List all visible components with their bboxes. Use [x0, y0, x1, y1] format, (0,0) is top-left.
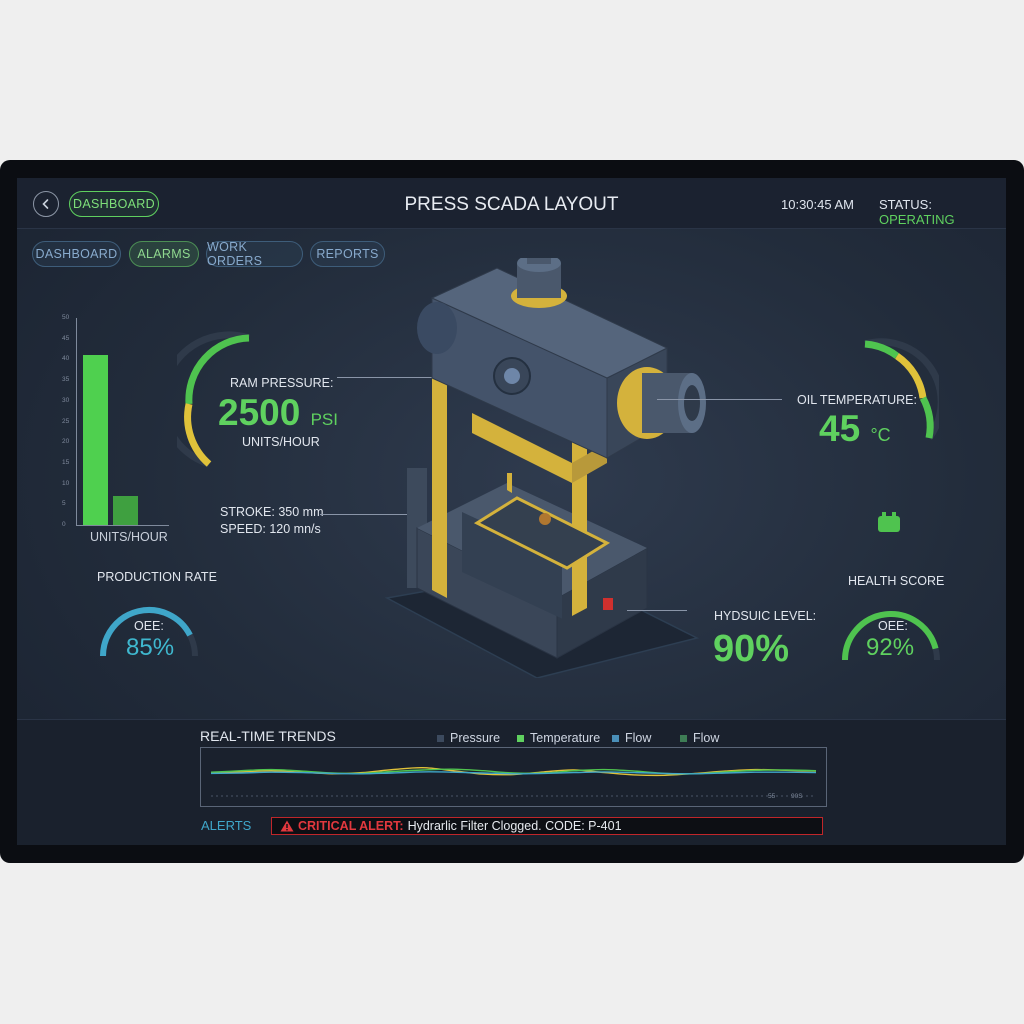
bar-chart-xlabel: UNITS/HOUR — [90, 530, 168, 544]
status-value: OPERATING — [879, 212, 955, 227]
page-title: PRESS SCADA LAYOUT — [404, 194, 619, 215]
top-bar: DASHBOARD PRESS SCADA LAYOUT 10:30:45 AM… — [17, 178, 1006, 229]
hydraulic-level-value: 90% — [713, 628, 790, 670]
hydraulic-leader-line — [627, 610, 687, 611]
bar-chart-tick-label: 0 — [62, 521, 66, 528]
tab-work-orders[interactable]: WORK ORDERS — [206, 240, 303, 268]
health-oee-value: 92% — [866, 634, 915, 661]
bar-chart-tick-label: 35 — [62, 376, 70, 384]
trend-chart-svg — [210, 766, 817, 797]
tab-alarms[interactable]: ALARMS — [129, 241, 199, 267]
bar-chart-tick-label: 5 — [62, 500, 66, 508]
bar-chart-bar — [83, 355, 108, 525]
health-score-title: HEALTH SCORE — [848, 574, 945, 588]
legend-swatch — [517, 734, 524, 742]
critical-alert-label: CRITICAL ALERT: — [298, 819, 404, 833]
legend-item-pressure: Pressure — [437, 731, 500, 745]
trend-chart: 55 90S — [200, 747, 827, 807]
oil-temperature-unit: °C — [870, 425, 891, 445]
trend-axis-label: 90S — [791, 793, 803, 800]
ram-pressure-number: 2500 — [218, 392, 301, 433]
trends-panel: REAL-TIME TRENDS Pressure Temperature Fl… — [17, 719, 1006, 845]
legend-label: Flow — [693, 731, 720, 745]
bar-chart-tick-label: 40 — [62, 355, 70, 363]
legend-label: Pressure — [450, 731, 501, 745]
bar-chart-tick-label: 45 — [62, 334, 70, 342]
bar-chart-tick-label: 30 — [62, 396, 70, 404]
bar-chart-y-axis — [76, 318, 77, 525]
production-rate-title: PRODUCTION RATE — [97, 570, 217, 584]
ram-pressure-unit: PSI — [310, 410, 338, 429]
bar-chart-tick-label: 50 — [62, 314, 70, 321]
hydraulic-level-label: HYDSUIC LEVEL: — [714, 609, 817, 623]
trend-axis-label: 55 — [768, 793, 776, 800]
production-oee-label: OEE: — [134, 619, 164, 633]
legend-swatch — [612, 734, 619, 742]
ram-pressure-sub: UNITS/HOUR — [242, 435, 320, 449]
critical-alert-message: Hydrarlic Filter Clogged. CODE: P-401 — [407, 819, 622, 833]
bar-chart-tick-label: 10 — [62, 479, 70, 487]
health-oee-label: OEE: — [878, 619, 908, 633]
critical-alert-banner[interactable]: CRITICAL ALERT: Hydrarlic Filter Clogged… — [271, 817, 823, 835]
bar-chart-tick-label: 25 — [62, 417, 70, 425]
speed-readout: SPEED: 120 mn/s — [220, 522, 321, 536]
bar-chart-tick-label: 15 — [62, 458, 70, 466]
legend-item-flow: Flow — [612, 731, 651, 745]
status-indicator: STATUS: OPERATING — [879, 197, 1006, 227]
oil-leader-line — [657, 399, 782, 400]
ram-pressure-value: 2500 PSI — [218, 392, 338, 434]
production-oee-value: 85% — [126, 634, 175, 661]
clock: 10:30:45 AM — [781, 197, 854, 212]
stroke-readout: STROKE: 350 mm — [220, 505, 324, 519]
oil-temperature-number: 45 — [819, 408, 861, 449]
bar-chart-x-axis — [76, 525, 169, 526]
legend-swatch — [437, 734, 444, 742]
legend-swatch — [680, 734, 687, 742]
warning-icon — [280, 820, 294, 832]
legend-label: Flow — [625, 731, 652, 745]
hydraulic-press-illustration — [384, 258, 706, 678]
alerts-label: ALERTS — [201, 818, 252, 833]
tank-status-icon — [878, 512, 900, 532]
legend-item-temperature: Temperature — [517, 731, 600, 745]
bar-chart-tick-label: 20 — [62, 438, 70, 446]
oil-temperature-value: 45 °C — [819, 408, 891, 450]
legend-item-flow-2: Flow — [680, 731, 719, 745]
scada-screen: DASHBOARD PRESS SCADA LAYOUT 10:30:45 AM… — [17, 178, 1006, 845]
status-label: STATUS: — [879, 197, 932, 212]
tab-dashboard[interactable]: DASHBOARD — [32, 241, 121, 267]
trends-title: REAL-TIME TRENDS — [200, 728, 336, 744]
ram-pressure-label: RAM PRESSURE: — [230, 376, 334, 390]
oil-temperature-label: OIL TEMPERATURE: — [797, 393, 917, 407]
bar-chart-bar — [113, 496, 138, 525]
legend-label: Temperature — [530, 731, 601, 745]
